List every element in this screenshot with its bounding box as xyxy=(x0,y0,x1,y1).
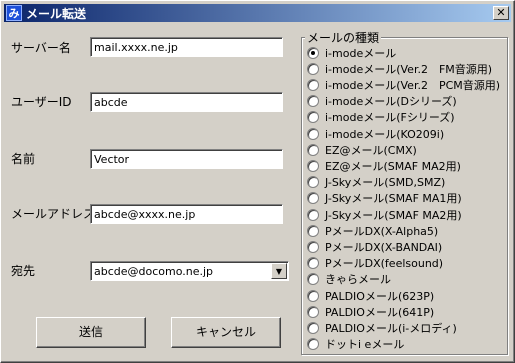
server-label: サーバー名 xyxy=(11,41,71,55)
mail-type-option-label: J-Skyメール(SMAF MA2用) xyxy=(325,208,462,222)
mail-type-option[interactable]: PメールDX(feelsound) xyxy=(307,255,443,272)
mail-type-option[interactable]: i-modeメール xyxy=(307,44,396,61)
to-label: 宛先 xyxy=(11,264,36,278)
radio-icon[interactable] xyxy=(307,78,319,91)
mail-type-option-label: i-modeメール(Fシリーズ) xyxy=(325,111,455,125)
mail-type-option-label: PメールDX(X-Alpha5) xyxy=(325,224,439,238)
close-icon[interactable]: ✕ xyxy=(493,6,509,20)
mail-address-input[interactable]: abcde@xxxx.ne.jp xyxy=(90,204,283,224)
radio-icon[interactable] xyxy=(307,257,319,270)
radio-icon[interactable] xyxy=(307,176,319,189)
mail-type-option[interactable]: J-Skyメール(SMD,SMZ) xyxy=(307,174,445,191)
mail-type-option-label: PALDIOメール(623P) xyxy=(325,289,435,303)
radio-icon[interactable] xyxy=(307,111,319,124)
mail-type-option-label: J-Skyメール(SMAF MA1用) xyxy=(325,192,462,206)
mail-type-option-label: PALDIOメール(641P) xyxy=(325,305,435,319)
window-title: メール転送 xyxy=(26,6,87,21)
radio-icon[interactable] xyxy=(307,143,319,156)
mail-type-option[interactable]: PALDIOメール(623P) xyxy=(307,287,434,304)
mail-type-option[interactable]: EZ@メール(SMAF MA2用) xyxy=(307,157,461,174)
mail-type-option-label: i-modeメール(Ver.2 PCM音源用) xyxy=(325,78,501,92)
mail-type-option-label: EZ@メール(CMX) xyxy=(325,143,417,157)
radio-icon[interactable] xyxy=(307,62,319,75)
mail-type-option-label: きゃらメール xyxy=(325,273,391,287)
mail-type-option-label: ドットi eメール xyxy=(325,338,405,352)
mail-type-option[interactable]: PメールDX(X-BANDAI) xyxy=(307,238,442,255)
mail-type-option[interactable]: i-modeメール(KO209i) xyxy=(307,125,444,142)
mail-type-option[interactable]: i-modeメール(Fシリーズ) xyxy=(307,109,455,126)
name-input[interactable]: Vector xyxy=(90,149,283,169)
radio-icon[interactable] xyxy=(307,240,319,253)
server-input[interactable]: mail.xxxx.ne.jp xyxy=(90,37,283,57)
to-value: abcde@docomo.ne.jp xyxy=(94,265,214,278)
radio-icon[interactable] xyxy=(307,208,319,221)
radio-icon[interactable] xyxy=(307,159,319,172)
mail-type-option[interactable]: i-modeメール(Ver.2 FM音源用) xyxy=(307,60,492,77)
radio-icon[interactable] xyxy=(307,224,319,237)
radio-icon[interactable] xyxy=(307,338,319,351)
radio-icon[interactable] xyxy=(307,46,319,59)
title-bar[interactable]: み メール転送 ✕ xyxy=(4,4,511,22)
radio-icon[interactable] xyxy=(307,95,319,108)
mail-type-option[interactable]: PALDIOメール(641P) xyxy=(307,303,434,320)
mail-type-option-label: EZ@メール(SMAF MA2用) xyxy=(325,159,461,173)
mail-type-option-label: PメールDX(feelsound) xyxy=(325,257,444,271)
mail-type-option[interactable]: J-Skyメール(SMAF MA2用) xyxy=(307,206,462,223)
mail-type-option-label: PALDIOメール(i-メロディ) xyxy=(325,321,457,335)
radio-icon[interactable] xyxy=(307,192,319,205)
cancel-button[interactable]: キャンセル xyxy=(171,317,281,348)
mail-type-option-label: i-modeメール(KO209i) xyxy=(325,127,445,141)
mail-type-option-label: i-modeメール xyxy=(325,46,397,60)
mail-type-option[interactable]: EZ@メール(CMX) xyxy=(307,141,417,158)
mail-type-option[interactable]: PALDIOメール(i-メロディ) xyxy=(307,319,457,336)
mail-type-option-label: i-modeメール(Ver.2 FM音源用) xyxy=(325,62,493,76)
userid-input[interactable]: abcde xyxy=(90,92,283,112)
mail-type-option[interactable]: PメールDX(X-Alpha5) xyxy=(307,222,438,239)
radio-icon[interactable] xyxy=(307,305,319,318)
mail-type-option[interactable]: J-Skyメール(SMAF MA1用) xyxy=(307,190,462,207)
mail-type-option[interactable]: i-modeメール(Dシリーズ) xyxy=(307,93,457,110)
radio-icon[interactable] xyxy=(307,321,319,334)
radio-icon[interactable] xyxy=(307,273,319,286)
mail-type-option[interactable]: i-modeメール(Ver.2 PCM音源用) xyxy=(307,76,500,93)
mail-type-option[interactable]: きゃらメール xyxy=(307,271,391,288)
to-combobox[interactable]: abcde@docomo.ne.jp ▼ xyxy=(90,261,289,281)
app-icon: み xyxy=(6,5,22,21)
chevron-down-icon[interactable]: ▼ xyxy=(271,263,287,279)
mail-type-option[interactable]: ドットi eメール xyxy=(307,336,404,353)
mail-type-option-label: i-modeメール(Dシリーズ) xyxy=(325,95,457,109)
radio-icon[interactable] xyxy=(307,127,319,140)
radio-icon[interactable] xyxy=(307,289,319,302)
name-label: 名前 xyxy=(11,152,36,166)
mail-type-option-label: PメールDX(X-BANDAI) xyxy=(325,240,443,254)
send-button[interactable]: 送信 xyxy=(36,317,146,348)
mail-type-option-label: J-Skyメール(SMD,SMZ) xyxy=(325,176,446,190)
userid-label: ユーザーID xyxy=(11,95,72,109)
mail-address-label: メールアドレス xyxy=(11,207,96,221)
